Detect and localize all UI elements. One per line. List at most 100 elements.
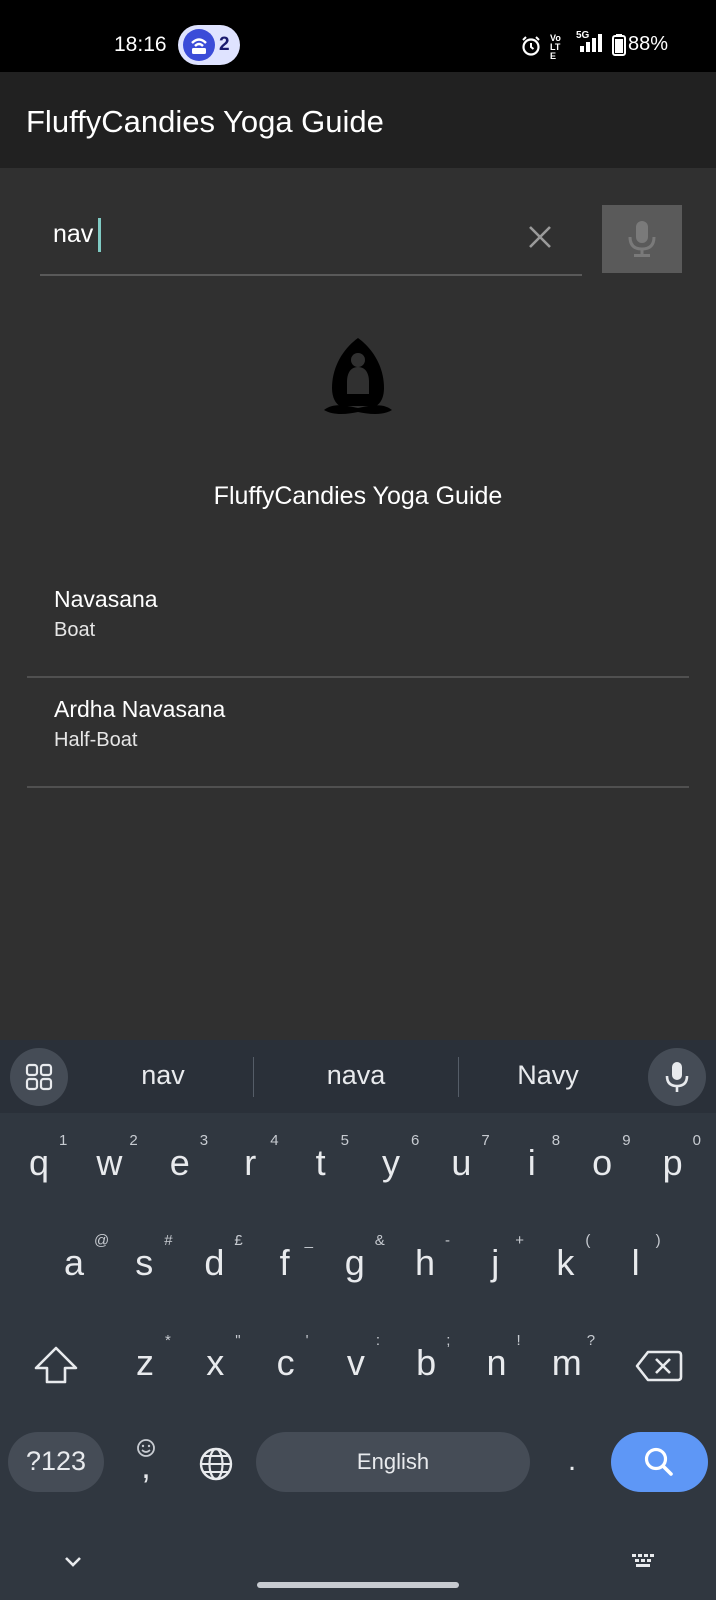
- keyboard: [0, 1040, 716, 1600]
- key-hint: &: [374, 1232, 385, 1249]
- key-hint: +: [515, 1232, 524, 1249]
- hide-keyboard-icon[interactable]: [60, 1552, 86, 1577]
- list-item[interactable]: Ardha Navasana Half-Boat: [27, 678, 689, 786]
- volte-icon: Vo LTE: [550, 33, 561, 61]
- key-hint: ): [655, 1232, 661, 1249]
- key-hint: @: [94, 1232, 110, 1249]
- symbols-label: ?123: [25, 1446, 87, 1476]
- key-hint: ': [305, 1332, 309, 1349]
- list-item[interactable]: Navasana Boat: [27, 560, 689, 676]
- gesture-nav-bar[interactable]: [257, 1582, 459, 1588]
- key-hint: 8: [551, 1132, 561, 1149]
- alarm-icon: [520, 35, 542, 62]
- suggestion-3[interactable]: Navy: [470, 1060, 626, 1091]
- search-action-key[interactable]: [611, 1432, 708, 1492]
- language-key[interactable]: [192, 1442, 240, 1491]
- list-divider: [27, 786, 689, 788]
- backspace-icon: [635, 1350, 683, 1382]
- voice-search-button[interactable]: [602, 205, 682, 273]
- pose-name: Ardha Navasana: [54, 696, 226, 722]
- key-i[interactable]: i: [507, 1142, 557, 1184]
- clear-icon[interactable]: [525, 222, 555, 257]
- key-hint: 2: [129, 1132, 138, 1149]
- key-j[interactable]: j: [470, 1242, 520, 1284]
- pose-name: Navasana: [54, 586, 158, 612]
- key-o[interactable]: o: [577, 1142, 627, 1184]
- key-hint: 0: [692, 1132, 701, 1149]
- key-hint: _: [304, 1232, 313, 1249]
- shift-icon: [34, 1346, 78, 1384]
- apps-grid-icon: [25, 1063, 53, 1091]
- key-u[interactable]: u: [436, 1142, 486, 1184]
- key-v[interactable]: v: [331, 1342, 381, 1384]
- key-hint: 5: [340, 1132, 349, 1149]
- meditation-logo-icon: [320, 336, 396, 425]
- key-hint: !: [516, 1332, 521, 1349]
- search-underline: [40, 274, 582, 276]
- keyboard-apps-button[interactable]: [10, 1048, 68, 1106]
- key-hint: 9: [622, 1132, 631, 1149]
- key-hint: *: [165, 1332, 171, 1349]
- signal-5g-label: 5G: [576, 30, 590, 41]
- key-c[interactable]: c: [261, 1342, 311, 1384]
- key-d[interactable]: d: [189, 1242, 239, 1284]
- key-hint: ?: [586, 1332, 596, 1349]
- key-a[interactable]: a: [49, 1242, 99, 1284]
- mic-icon: [628, 221, 656, 257]
- key-hint: ": [235, 1332, 241, 1349]
- search-field[interactable]: [40, 205, 520, 273]
- hotspot-icon: [183, 29, 215, 61]
- key-hint: £: [234, 1232, 243, 1249]
- search-input[interactable]: nav: [53, 220, 93, 249]
- backspace-key[interactable]: [634, 1346, 684, 1391]
- period-key[interactable]: .: [552, 1444, 592, 1478]
- key-hint: 7: [481, 1132, 490, 1149]
- app-heading: FluffyCandies Yoga Guide: [213, 482, 503, 510]
- suggestion-1[interactable]: nav: [90, 1060, 236, 1091]
- key-q[interactable]: q: [14, 1142, 64, 1184]
- symbols-key[interactable]: ?123: [8, 1432, 104, 1492]
- battery-percent: 88%: [628, 33, 669, 55]
- search-icon: [644, 1447, 673, 1476]
- key-t[interactable]: t: [296, 1142, 346, 1184]
- key-n[interactable]: n: [472, 1342, 522, 1384]
- key-s[interactable]: s: [119, 1242, 169, 1284]
- mic-icon: [665, 1062, 689, 1092]
- key-hint: ;: [446, 1332, 451, 1349]
- key-y[interactable]: y: [366, 1142, 416, 1184]
- app-bar-title: FluffyCandies Yoga Guide: [26, 104, 384, 139]
- key-hint: #: [164, 1232, 173, 1249]
- suggestion-separator: [253, 1057, 254, 1097]
- key-f[interactable]: f: [260, 1242, 310, 1284]
- pose-english-name: Boat: [54, 619, 96, 641]
- shift-key[interactable]: [30, 1342, 82, 1395]
- key-m[interactable]: m: [542, 1342, 592, 1384]
- hotspot-count: 2: [219, 34, 230, 55]
- battery-icon: [612, 34, 626, 61]
- comma-key[interactable]: ,: [124, 1432, 168, 1492]
- key-l[interactable]: l: [611, 1242, 661, 1284]
- status-time: 18:16: [114, 33, 167, 56]
- key-b[interactable]: b: [401, 1342, 451, 1384]
- key-hint: 1: [59, 1132, 68, 1149]
- key-w[interactable]: w: [84, 1142, 134, 1184]
- key-hint: :: [375, 1332, 381, 1349]
- key-g[interactable]: g: [330, 1242, 380, 1284]
- suggestion-2[interactable]: nava: [266, 1060, 446, 1091]
- key-r[interactable]: r: [225, 1142, 275, 1184]
- key-k[interactable]: k: [540, 1242, 590, 1284]
- text-cursor: [98, 218, 101, 252]
- keyboard-voice-button[interactable]: [648, 1048, 706, 1106]
- key-z[interactable]: z: [120, 1342, 170, 1384]
- space-key[interactable]: English: [256, 1432, 530, 1492]
- pose-english-name: Half-Boat: [54, 729, 138, 751]
- keyboard-switch-icon[interactable]: [630, 1552, 660, 1577]
- comma-label: ,: [141, 1448, 151, 1486]
- key-hint: -: [445, 1232, 450, 1249]
- key-e[interactable]: e: [155, 1142, 205, 1184]
- key-p[interactable]: p: [648, 1142, 698, 1184]
- key-h[interactable]: h: [400, 1242, 450, 1284]
- key-hint: 3: [199, 1132, 209, 1149]
- key-hint: 4: [270, 1132, 279, 1149]
- key-x[interactable]: x: [190, 1342, 240, 1384]
